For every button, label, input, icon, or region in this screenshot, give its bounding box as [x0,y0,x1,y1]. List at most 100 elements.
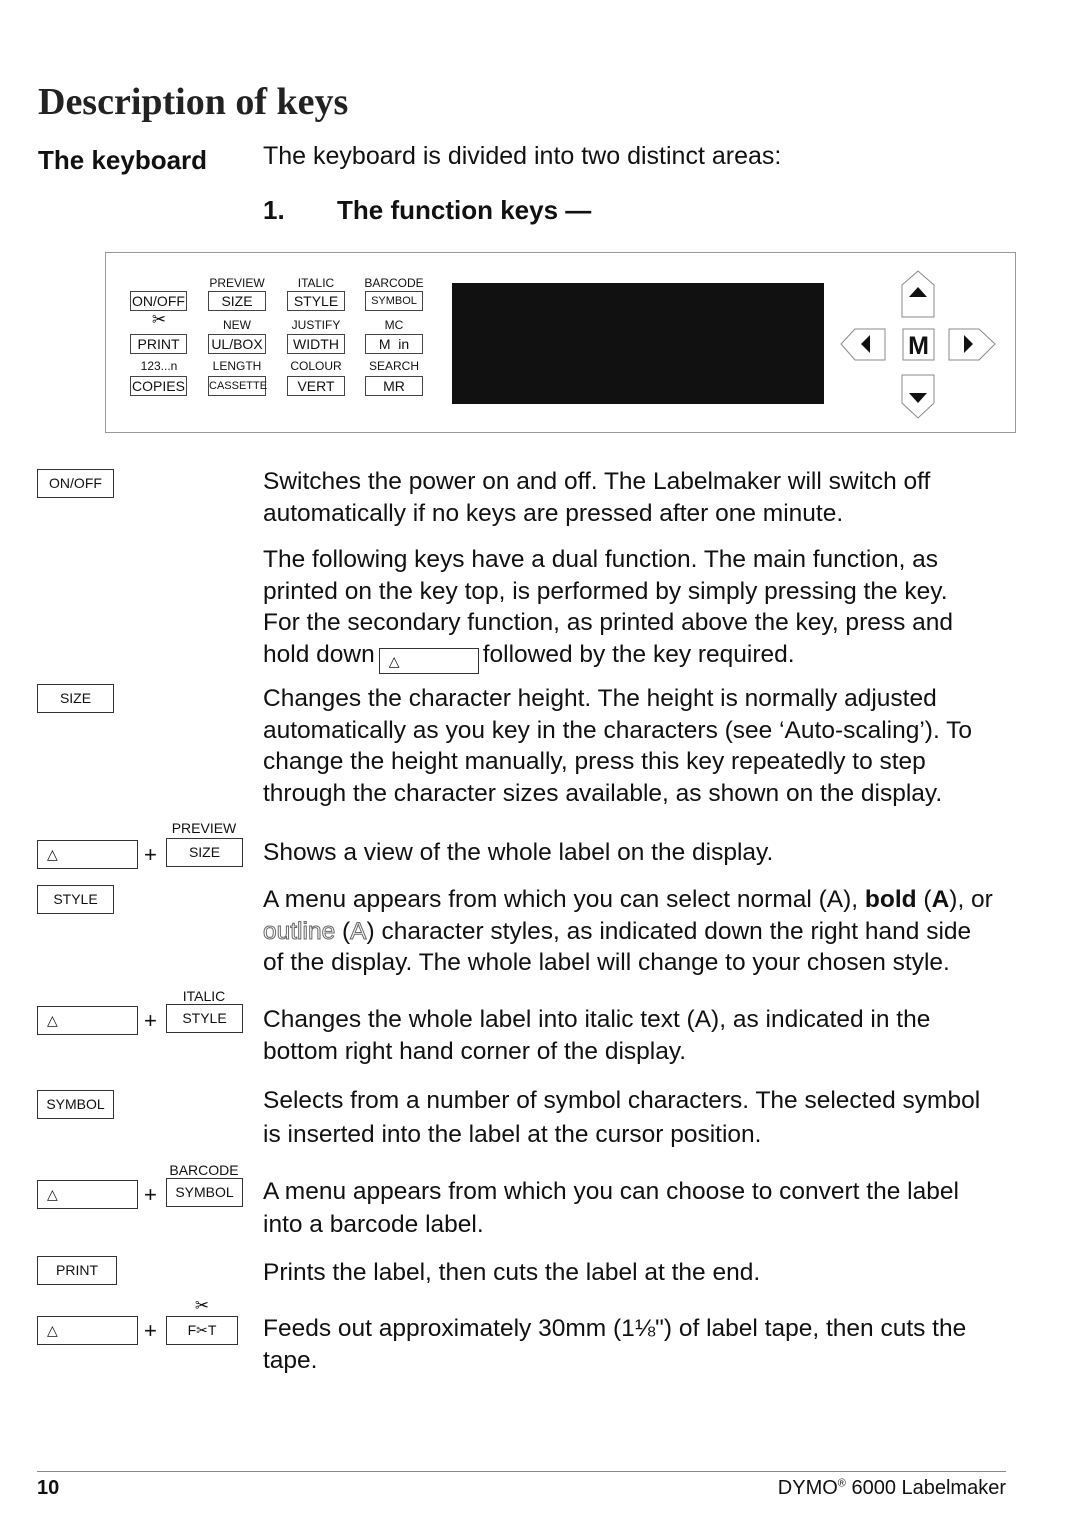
style-key: STYLE [37,885,114,914]
text-line: into a barcode label. [263,1211,484,1238]
keyboard-key: M in [365,334,423,354]
key-secondary-label: SEARCH [368,359,419,373]
text-segment: followed by the key required. [482,640,795,668]
text-line: Switches the power on and off. The Label… [263,468,931,495]
key-secondary-label: PREVIEW [209,276,265,290]
text-line: A menu appears from which you can choose… [263,1178,959,1205]
footer-divider [37,1471,1006,1472]
onoff-key: ON/OFF [37,469,114,498]
text-line: automatically as you key in the characte… [263,716,973,744]
keyboard-key: SIZE [208,291,266,311]
key-secondary-label: LENGTH [212,359,262,373]
barcode-label: BARCODE [169,1162,239,1178]
preview-description: Shows a view of the whole label on the d… [263,837,773,869]
brand-name: DYMO [777,1477,838,1499]
text-line: change the height manually, press this k… [263,748,926,775]
section-heading: The keyboard [38,145,208,175]
text-segment: A menu appears from which you can select… [263,886,865,913]
key-secondary-label: ITALIC [297,276,335,290]
italic-description: Changes the whole label into italic text… [263,1004,930,1067]
text-line: through the character sizes available, a… [263,779,943,807]
text-line: bottom right hand corner of the display. [263,1037,687,1065]
lcd-display [452,283,824,404]
registered-mark: ® [837,1477,846,1490]
outline-text: A [350,917,367,945]
manual-page: Description of keys The keyboard The key… [0,0,1080,1529]
key-secondary-label: ✂ [151,310,167,329]
keyboard-key: ON/OFF [130,291,187,311]
print-key: PRINT [37,1256,117,1285]
feed-description: Feeds out approximately 30mm (1⅛") of la… [263,1313,966,1376]
text-line: printed on the key top, is performed by … [263,577,948,605]
preview-label: PREVIEW [171,820,237,836]
right-arrow-key [948,328,996,361]
text-line: Changes the whole label into italic text… [263,1006,931,1033]
bold-text: bold [864,886,917,913]
text-line: tape. [263,1346,318,1374]
product-name: 6000 Labelmaker [845,1477,1006,1499]
keyboard-key: COPIES [130,376,187,396]
keyboard-key: VERT [287,376,345,396]
text-line: of the display. The whole label will cha… [263,949,950,976]
left-arrow-key [840,328,886,361]
dual-function-description: The following keys have a dual function.… [263,544,954,674]
text-line: automatically if no keys are pressed aft… [263,499,844,527]
text-line: For the secondary function, as printed a… [263,609,954,636]
style-key: STYLE [166,1004,243,1033]
keyboard-key: WIDTH [287,334,345,354]
plus-sign: + [144,1182,157,1207]
text-line: The following keys have a dual function.… [263,546,939,573]
size-description: Changes the character height. The height… [263,683,972,809]
keyboard-key: UL/BOX [208,334,266,354]
key-secondary-label: COLOUR [290,359,342,373]
footer-product: DYMO® 6000 Labelmaker [778,1477,1006,1500]
text-segment: ( [335,917,351,945]
m-key-label: M [908,332,929,360]
keyboard-key: MR [365,376,423,396]
print-description: Prints the label, then cuts the label at… [263,1257,760,1289]
m-key: M [902,328,935,361]
symbol-key: SYMBOL [37,1090,114,1119]
shift-key: △ [37,1006,138,1035]
shift-key-inline: △ [378,647,479,674]
keyboard-diagram: M ON/OFF PREVIEW SIZE ITALIC STYLE BARCODE SYM… [105,252,1016,433]
keyboard-key: CASSETTE [208,376,267,396]
symbol-description: Selects from a number of symbol characte… [263,1084,980,1152]
plus-sign: + [144,842,157,867]
text-line: Shows a view of the whole label on the d… [263,839,774,866]
onoff-description: Switches the power on and off. The Label… [263,466,930,529]
page-title: Description of keys [38,81,349,123]
outline-text: outline [262,917,336,945]
key-secondary-label: MC [384,318,404,332]
shift-key: △ [37,1180,138,1209]
page-number: 10 [37,1477,60,1499]
scissors-icon: ✂ [194,1296,210,1315]
text-line: Selects from a number of symbol characte… [263,1087,981,1114]
size-key: SIZE [37,684,114,713]
key-secondary-label: 123...n [140,359,178,373]
text-line: Prints the label, then cuts the label at… [263,1259,761,1286]
subheading-text: The function keys — [337,195,592,225]
text-segment: ) character styles, as indicated down th… [366,917,972,945]
navigation-keys: M [840,270,996,419]
plus-sign: + [144,1008,157,1033]
keyboard-key: SYMBOL [365,291,423,311]
text-line: Changes the character height. The height… [263,685,937,712]
keyboard-key: PRINT [130,334,187,354]
key-secondary-label: BARCODE [364,276,424,290]
shift-key: △ [37,840,138,869]
text-line: Feeds out approximately 30mm (1⅛") of la… [263,1315,967,1342]
text-line: is inserted into the label at the cursor… [263,1121,762,1148]
subheading-number: 1. [263,195,285,225]
plus-sign: + [144,1318,157,1343]
size-key: SIZE [166,838,243,867]
intro-text: The keyboard is divided into two distinc… [263,142,782,170]
down-arrow-key [901,374,935,419]
text-segment: hold down [263,640,375,668]
key-secondary-label: JUSTIFY [291,318,341,332]
key-secondary-label: NEW [223,318,251,332]
text-segment: ), or [949,886,993,913]
italic-label: ITALIC [182,988,226,1004]
style-description: A menu appears from which you can select… [262,884,993,979]
keyboard-key: STYLE [287,291,345,311]
